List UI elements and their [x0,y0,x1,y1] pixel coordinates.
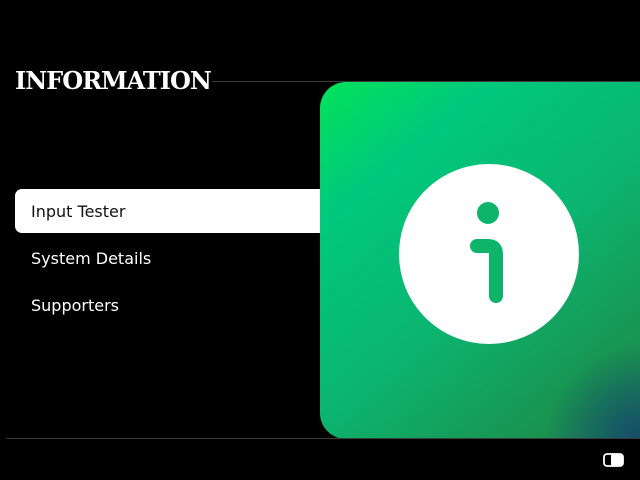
menu-item-label: System Details [31,248,152,268]
menu-item-supporters[interactable]: Supporters [15,283,345,327]
footer-divider [6,438,640,439]
menu-item-system-details[interactable]: System Details [15,236,345,280]
menu-item-label: Supporters [31,295,120,315]
info-icon [399,164,579,344]
information-menu: Input Tester System Details Supporters [15,189,345,330]
info-icon-glyph [470,202,503,303]
window-toggle-icon[interactable] [603,453,624,467]
menu-item-label: Input Tester [31,201,126,221]
preview-panel [320,82,640,439]
page-title: INFORMATION [15,66,212,95]
menu-item-input-tester[interactable]: Input Tester [15,189,345,233]
